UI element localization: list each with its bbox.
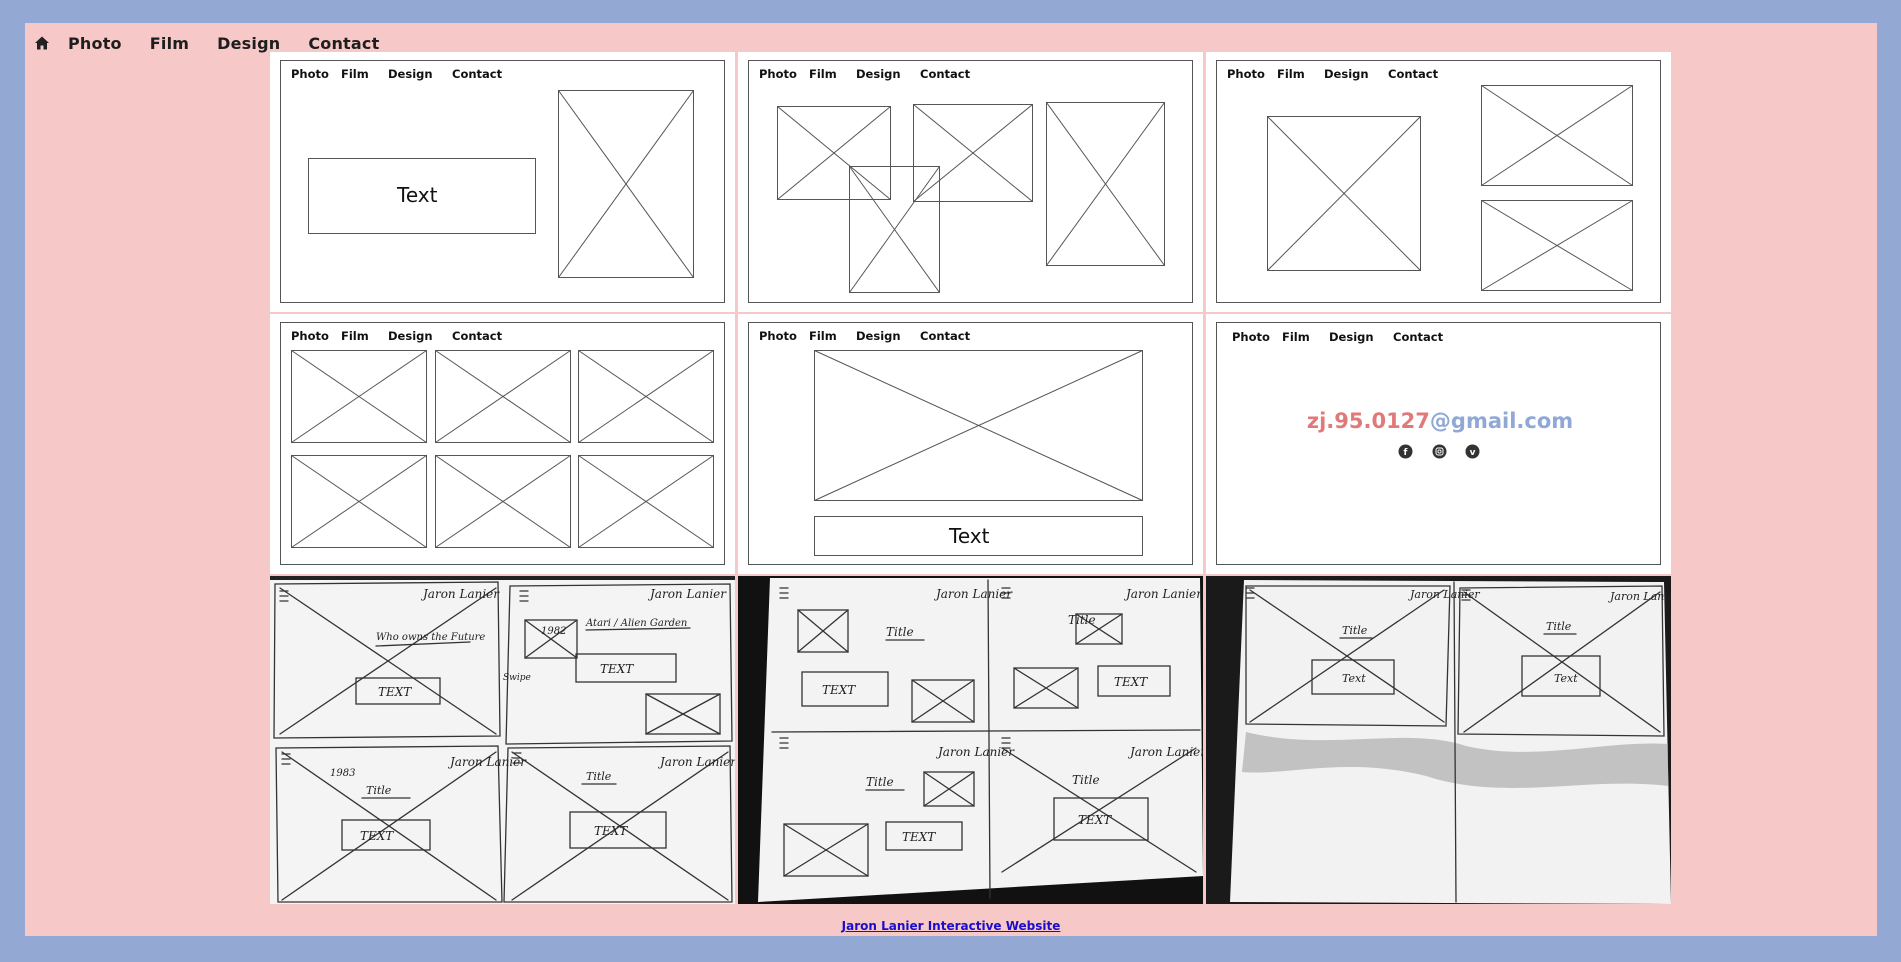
sketch-name: Jaron Lanier [447, 755, 527, 769]
footer-link[interactable]: Jaron Lanier Interactive Website [842, 919, 1061, 933]
wf-nav-film: Film [1282, 330, 1310, 344]
sketch-title: Title [366, 784, 392, 797]
email-domain: @gmail.com [1430, 409, 1573, 433]
sketch-name: Jaron Lanier [1408, 588, 1480, 601]
wf-nav-film: Film [809, 329, 837, 343]
wf-nav-photo: Photo [759, 67, 797, 81]
sketch-text: Text [1342, 672, 1366, 685]
sketch-title: Title [1546, 620, 1572, 633]
sketch-name: Jaron Lanier [647, 587, 727, 601]
wf-nav-contact: Contact [452, 329, 503, 343]
sketch-name: Jaron Lanier [1123, 587, 1203, 601]
sketch-text: TEXT [594, 824, 628, 838]
wireframe-collage[interactable]: Photo Film Design Contact [738, 52, 1203, 312]
wf-nav-design: Design [1329, 330, 1374, 344]
home-icon[interactable] [34, 35, 50, 51]
wf-nav-film: Film [341, 329, 369, 343]
sketch-text: TEXT [1078, 813, 1112, 827]
sketch-swipe: Swipe [503, 673, 531, 683]
svg-text:v: v [1470, 448, 1476, 458]
wf-nav-film: Film [809, 67, 837, 81]
wf-nav-design: Design [388, 329, 433, 343]
sketch-text: TEXT [378, 685, 412, 699]
sketch-name: Jaron Lanier [1127, 745, 1203, 759]
sketch-name: Jaron Lanier [933, 587, 1013, 601]
sketch-year: 1982 [541, 626, 566, 637]
wf-nav-design: Design [856, 67, 901, 81]
sketch-title: Title [1068, 613, 1096, 627]
wf-nav-design: Design [388, 67, 433, 81]
vimeo-icon[interactable]: v [1465, 444, 1480, 459]
wf-nav-contact: Contact [1388, 67, 1439, 81]
sketch-title: Title [1342, 624, 1368, 637]
wireframe-contact[interactable]: Photo Film Design Contact zj.95.0127@gma… [1206, 314, 1671, 574]
sketch-year: 1983 [330, 768, 355, 779]
sketch-text: Text [1554, 672, 1578, 685]
wf-nav-contact: Contact [452, 67, 503, 81]
wf-nav-photo: Photo [759, 329, 797, 343]
nav-photo[interactable]: Photo [68, 34, 122, 53]
detail-text-label: Text [948, 524, 990, 548]
sketch-title: Title [1072, 773, 1100, 787]
nav-film[interactable]: Film [150, 34, 189, 53]
instagram-icon[interactable] [1432, 444, 1447, 459]
wf-nav-design: Design [1324, 67, 1369, 81]
wf-nav-contact: Contact [1393, 330, 1444, 344]
page-canvas: Photo Film Design Contact Photo Film Des… [25, 23, 1877, 936]
sketch-photo-2[interactable]: Jaron Lanier Title TEXT Jaron Lanier Tit… [738, 576, 1203, 904]
hero-text-label: Text [396, 183, 438, 207]
wf-nav-contact: Contact [920, 67, 971, 81]
wf-nav-film: Film [341, 67, 369, 81]
sketch-text: TEXT [902, 830, 936, 844]
sketch-text: TEXT [1114, 675, 1148, 689]
sketch-name: Jaron Lanier [935, 745, 1015, 759]
sketch-title: Title [866, 775, 894, 789]
wf-nav-photo: Photo [1227, 67, 1265, 81]
wf-nav-design: Design [856, 329, 901, 343]
nav-contact[interactable]: Contact [308, 34, 379, 53]
sketch-text: TEXT [822, 683, 856, 697]
facebook-icon[interactable]: f [1398, 444, 1413, 459]
wf-nav-photo: Photo [1232, 330, 1270, 344]
nav-design[interactable]: Design [217, 34, 280, 53]
wireframe-gallery: Photo Film Design Contact Text Photo Fil… [270, 52, 1671, 904]
svg-text:f: f [1404, 448, 1408, 458]
wf-nav-photo: Photo [291, 67, 329, 81]
email-user: zj.95.0127 [1307, 409, 1430, 433]
sketch-title: Title [586, 770, 612, 783]
contact-email[interactable]: zj.95.0127@gmail.com [1307, 409, 1573, 433]
sketch-text: TEXT [600, 662, 634, 676]
wf-nav-film: Film [1277, 67, 1305, 81]
sketch-name: Jaron Lanier [1608, 590, 1671, 603]
sketch-name: Jaron Lanier [657, 755, 735, 769]
sketch-text: TEXT [360, 829, 394, 843]
sketch-photo-3[interactable]: Jaron Lanier Title Text Jaron Lanier Tit… [1206, 576, 1671, 904]
wf-nav-contact: Contact [920, 329, 971, 343]
sketch-title: Who owns the Future [376, 632, 485, 643]
sketch-title: Atari / Alien Garden [585, 618, 687, 629]
wireframe-detail[interactable]: Photo Film Design Contact Text [738, 314, 1203, 574]
wireframe-home[interactable]: Photo Film Design Contact Text [270, 52, 735, 312]
sketch-photo-1[interactable]: Jaron Lanier Who owns the Future TEXT Ja… [270, 576, 735, 904]
footer: Jaron Lanier Interactive Website [25, 915, 1877, 934]
wf-nav-photo: Photo [291, 329, 329, 343]
sketch-name: Jaron Lanier [420, 587, 500, 601]
sketch-title: Title [886, 625, 914, 639]
image-placeholder [558, 90, 694, 278]
wireframe-grid[interactable]: Photo Film Design Contact [270, 314, 735, 574]
wireframe-split[interactable]: Photo Film Design Contact [1206, 52, 1671, 312]
